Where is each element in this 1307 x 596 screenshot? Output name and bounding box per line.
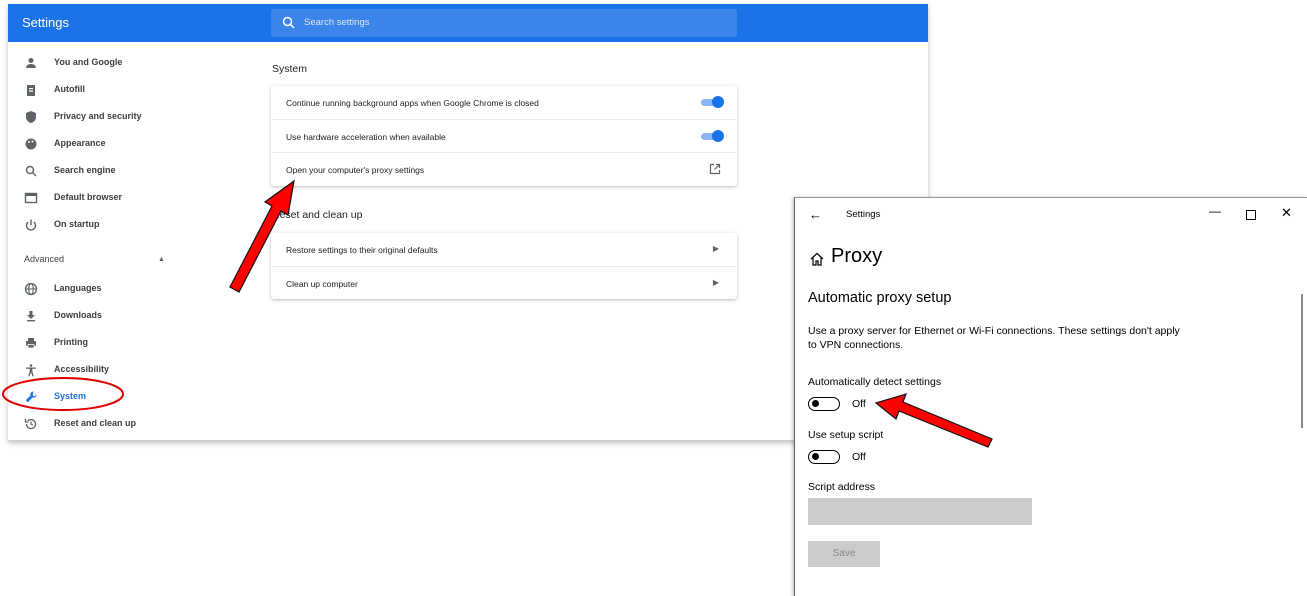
search-icon <box>25 165 37 177</box>
sidebar-item-label: Default browser <box>54 192 123 202</box>
sidebar-item-appearance[interactable]: Appearance <box>8 131 188 158</box>
advanced-toggle[interactable]: Advanced <box>24 254 64 264</box>
auto-detect-state: Off <box>852 398 866 410</box>
sidebar-item-label: Printing <box>54 337 88 347</box>
sidebar-item-search-engine[interactable]: Search engine <box>8 158 188 185</box>
sidebar-item-default-browser[interactable]: Default browser <box>8 185 188 212</box>
scrollbar[interactable] <box>1301 294 1303 428</box>
sidebar-item-downloads[interactable]: Downloads <box>8 303 188 330</box>
setting-row-hardware-acceleration[interactable]: Use hardware acceleration when available <box>271 119 737 153</box>
setting-row-restore-defaults[interactable]: Restore settings to their original defau… <box>271 233 737 266</box>
hardware-acceleration-toggle[interactable] <box>701 130 724 142</box>
shield-icon <box>26 111 36 123</box>
minimize-icon[interactable]: — <box>1209 204 1221 218</box>
auto-detect-toggle[interactable] <box>808 397 840 411</box>
sidebar-item-label: System <box>54 391 87 401</box>
sidebar-item-label: Downloads <box>54 310 103 320</box>
setting-label: Use hardware acceleration when available <box>286 132 446 142</box>
sidebar-item-languages[interactable]: Languages <box>8 276 188 303</box>
close-icon[interactable]: ✕ <box>1281 205 1292 221</box>
setting-label: Open your computer's proxy settings <box>286 165 425 175</box>
sidebar-item-label: On startup <box>54 219 100 229</box>
sidebar-item-label: Languages <box>54 283 102 293</box>
window-title: Settings <box>846 209 881 220</box>
sidebar-item-accessibility[interactable]: Accessibility <box>8 357 188 384</box>
chevron-right-icon: ▶ <box>712 244 719 253</box>
chrome-settings-window: Settings Search settings You and Google … <box>8 4 928 441</box>
download-icon <box>27 311 35 322</box>
sidebar-item-system[interactable]: System <box>8 384 188 411</box>
section-title-reset: Reset and clean up <box>272 209 363 221</box>
sidebar-item-label: Appearance <box>54 138 106 148</box>
section-title-system: System <box>272 63 308 75</box>
sidebar-item-privacy[interactable]: Privacy and security <box>8 104 188 131</box>
chrome-title: Settings <box>22 15 69 30</box>
page-title: Proxy <box>831 245 883 267</box>
sidebar-item-label: Autofill <box>54 84 85 94</box>
sidebar-item-label: Privacy and security <box>54 111 142 121</box>
script-address-label: Script address <box>808 481 876 493</box>
person-icon <box>26 58 36 68</box>
external-link-icon[interactable] <box>709 163 721 175</box>
setup-script-label: Use setup script <box>808 429 884 441</box>
auto-detect-label: Automatically detect settings <box>808 376 942 388</box>
chevron-right-icon: ▶ <box>712 278 719 287</box>
accessibility-icon <box>26 364 36 377</box>
background-apps-toggle[interactable] <box>701 96 724 108</box>
system-card: Continue running background apps when Go… <box>271 86 737 186</box>
search-input[interactable]: Search settings <box>271 9 737 37</box>
sidebar-item-on-startup[interactable]: On startup <box>8 212 188 239</box>
search-placeholder: Search settings <box>304 17 370 28</box>
globe-icon <box>24 282 38 296</box>
maximize-icon[interactable] <box>1246 210 1256 220</box>
caret-up-icon[interactable]: ▲ <box>158 256 165 263</box>
palette-icon <box>25 138 37 150</box>
chrome-header: Settings Search settings <box>8 4 928 42</box>
windows-settings-window: ← Settings — ✕ Proxy Automatic proxy set… <box>794 197 1307 596</box>
search-icon <box>282 16 295 29</box>
reset-card: Restore settings to their original defau… <box>271 233 737 299</box>
home-icon <box>810 252 824 266</box>
save-button[interactable]: Save <box>808 541 880 567</box>
power-icon <box>25 219 37 231</box>
script-address-field[interactable] <box>808 498 1032 525</box>
sidebar-item-autofill[interactable]: Autofill <box>8 77 188 104</box>
clipboard-icon <box>27 85 35 96</box>
sidebar-item-printing[interactable]: Printing <box>8 330 188 357</box>
setting-label: Continue running background apps when Go… <box>286 98 539 108</box>
printer-icon <box>26 338 36 349</box>
setup-script-state: Off <box>852 451 866 463</box>
sidebar-item-reset[interactable]: Reset and clean up <box>8 411 188 438</box>
proxy-description: Use a proxy server for Ethernet or Wi-Fi… <box>808 325 1180 351</box>
section-title: Automatic proxy setup <box>808 290 952 306</box>
setup-script-toggle[interactable] <box>808 450 840 464</box>
browser-icon <box>24 192 38 204</box>
sidebar-item-label: Accessibility <box>54 364 110 374</box>
setting-label: Clean up computer <box>286 279 358 289</box>
sidebar-item-label: Search engine <box>54 165 116 175</box>
setting-row-background-apps[interactable]: Continue running background apps when Go… <box>271 86 737 119</box>
setting-row-clean-up[interactable]: Clean up computer ▶ <box>271 266 737 300</box>
history-icon <box>24 418 37 430</box>
sidebar-item-you-and-google[interactable]: You and Google <box>8 50 188 77</box>
sidebar-item-label: You and Google <box>54 57 123 67</box>
sidebar-item-label: Reset and clean up <box>54 418 137 428</box>
wrench-icon <box>25 391 37 403</box>
save-button-label: Save <box>832 548 856 559</box>
back-arrow-icon[interactable]: ← <box>809 207 822 222</box>
setting-row-proxy[interactable]: Open your computer's proxy settings <box>271 152 737 186</box>
setting-label: Restore settings to their original defau… <box>286 245 438 255</box>
